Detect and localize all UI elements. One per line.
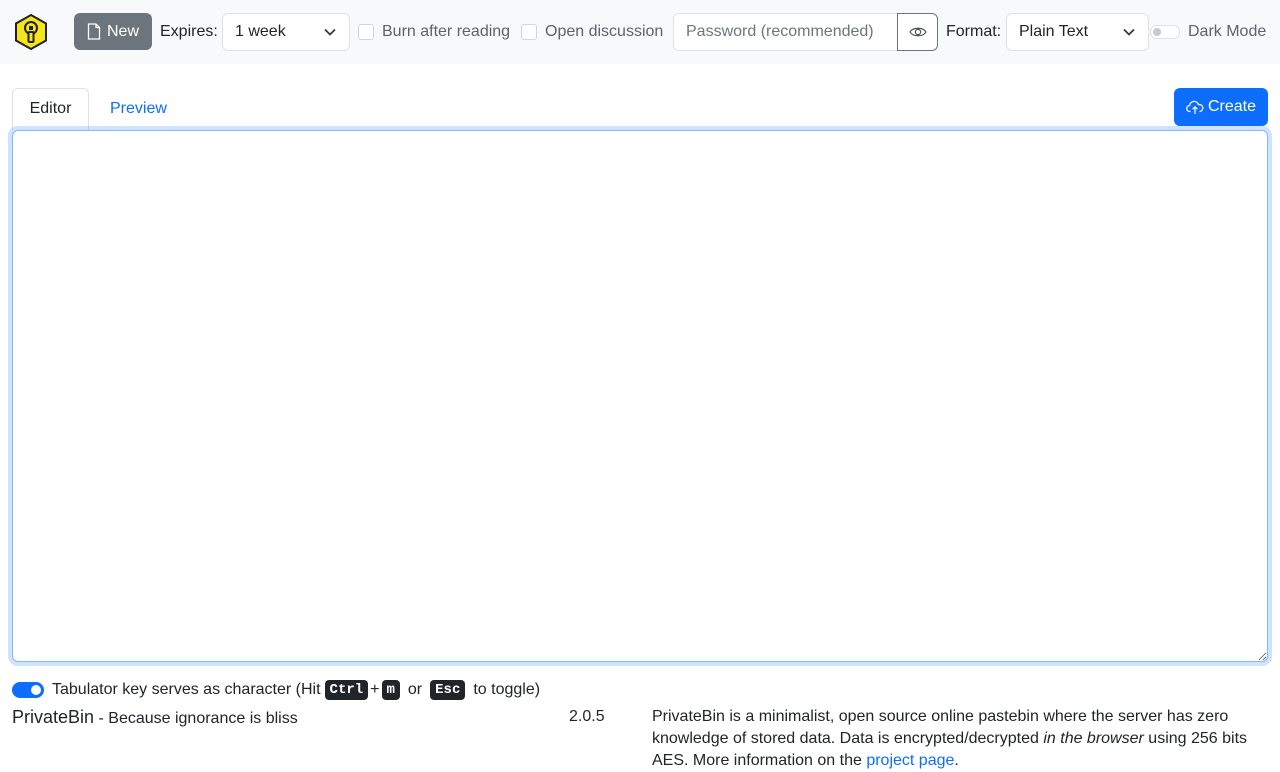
tab-preview[interactable]: Preview (94, 88, 183, 130)
tab-toggle-or: or (407, 681, 423, 698)
tab-toggle-text-before: Tabulator key serves as character (Hit (52, 681, 321, 698)
create-button[interactable]: Create (1174, 88, 1268, 126)
format-select[interactable]: Plain Text (1006, 13, 1149, 51)
kbd-esc: Esc (430, 680, 466, 700)
paste-editor[interactable] (12, 130, 1268, 662)
new-paste-button[interactable]: New (74, 13, 152, 50)
password-group (673, 13, 938, 51)
brand-name: PrivateBin (12, 707, 95, 727)
create-button-label: Create (1207, 98, 1257, 115)
kbd-m: m (381, 680, 400, 700)
kbd-plus: + (370, 681, 380, 698)
dark-mode-option[interactable]: Dark Mode (1150, 22, 1266, 42)
show-password-button[interactable] (897, 13, 938, 51)
tab-toggle-text-after: to toggle) (473, 681, 541, 698)
format-label: Format: (946, 23, 1002, 40)
expires-select[interactable]: 1 week (222, 13, 350, 51)
tab-editor-label: Editor (29, 100, 72, 117)
burn-after-reading-option[interactable]: Burn after reading (358, 22, 510, 42)
burn-after-reading-label: Burn after reading (382, 23, 511, 40)
open-discussion-option[interactable]: Open discussion (521, 22, 663, 42)
tab-key-switch[interactable] (12, 682, 44, 698)
open-discussion-label: Open discussion (545, 23, 664, 40)
burn-after-reading-checkbox[interactable] (358, 24, 374, 40)
tab-editor[interactable]: Editor (12, 88, 89, 130)
footer-brand: PrivateBin - Because ignorance is bliss (12, 706, 298, 730)
format-value: Plain Text (1019, 23, 1089, 40)
kbd-ctrl: Ctrl (324, 680, 369, 700)
expires-label: Expires: (160, 23, 218, 40)
new-button-label: New (106, 22, 139, 40)
project-page-link[interactable]: project page (866, 752, 954, 769)
about-text: PrivateBin is a minimalist, open source … (652, 706, 1272, 772)
top-navbar: New Expires: 1 week Burn after reading O… (0, 0, 1280, 64)
version-number: 2.0.5 (569, 708, 605, 725)
tab-preview-label: Preview (110, 100, 167, 117)
about-text-emphasis: in the browser (1043, 730, 1144, 747)
password-input[interactable] (673, 13, 897, 51)
chevron-down-icon (324, 28, 336, 36)
chevron-down-icon (1123, 28, 1135, 36)
open-discussion-checkbox[interactable] (521, 24, 537, 40)
eye-icon (908, 27, 927, 37)
dark-mode-switch[interactable] (1150, 25, 1180, 39)
cloud-upload-icon (1186, 100, 1204, 114)
dark-mode-label: Dark Mode (1188, 23, 1267, 40)
tab-toggle-shortcut: Ctrl + m (324, 680, 400, 700)
brand-tagline: - Because ignorance is bliss (94, 710, 298, 727)
expires-value: 1 week (235, 23, 286, 40)
privatebin-logo-icon[interactable] (14, 14, 48, 50)
document-icon (87, 23, 101, 40)
about-text-part3: . (954, 752, 959, 769)
tab-key-toggle-row: Tabulator key serves as character (Hit C… (12, 680, 540, 700)
